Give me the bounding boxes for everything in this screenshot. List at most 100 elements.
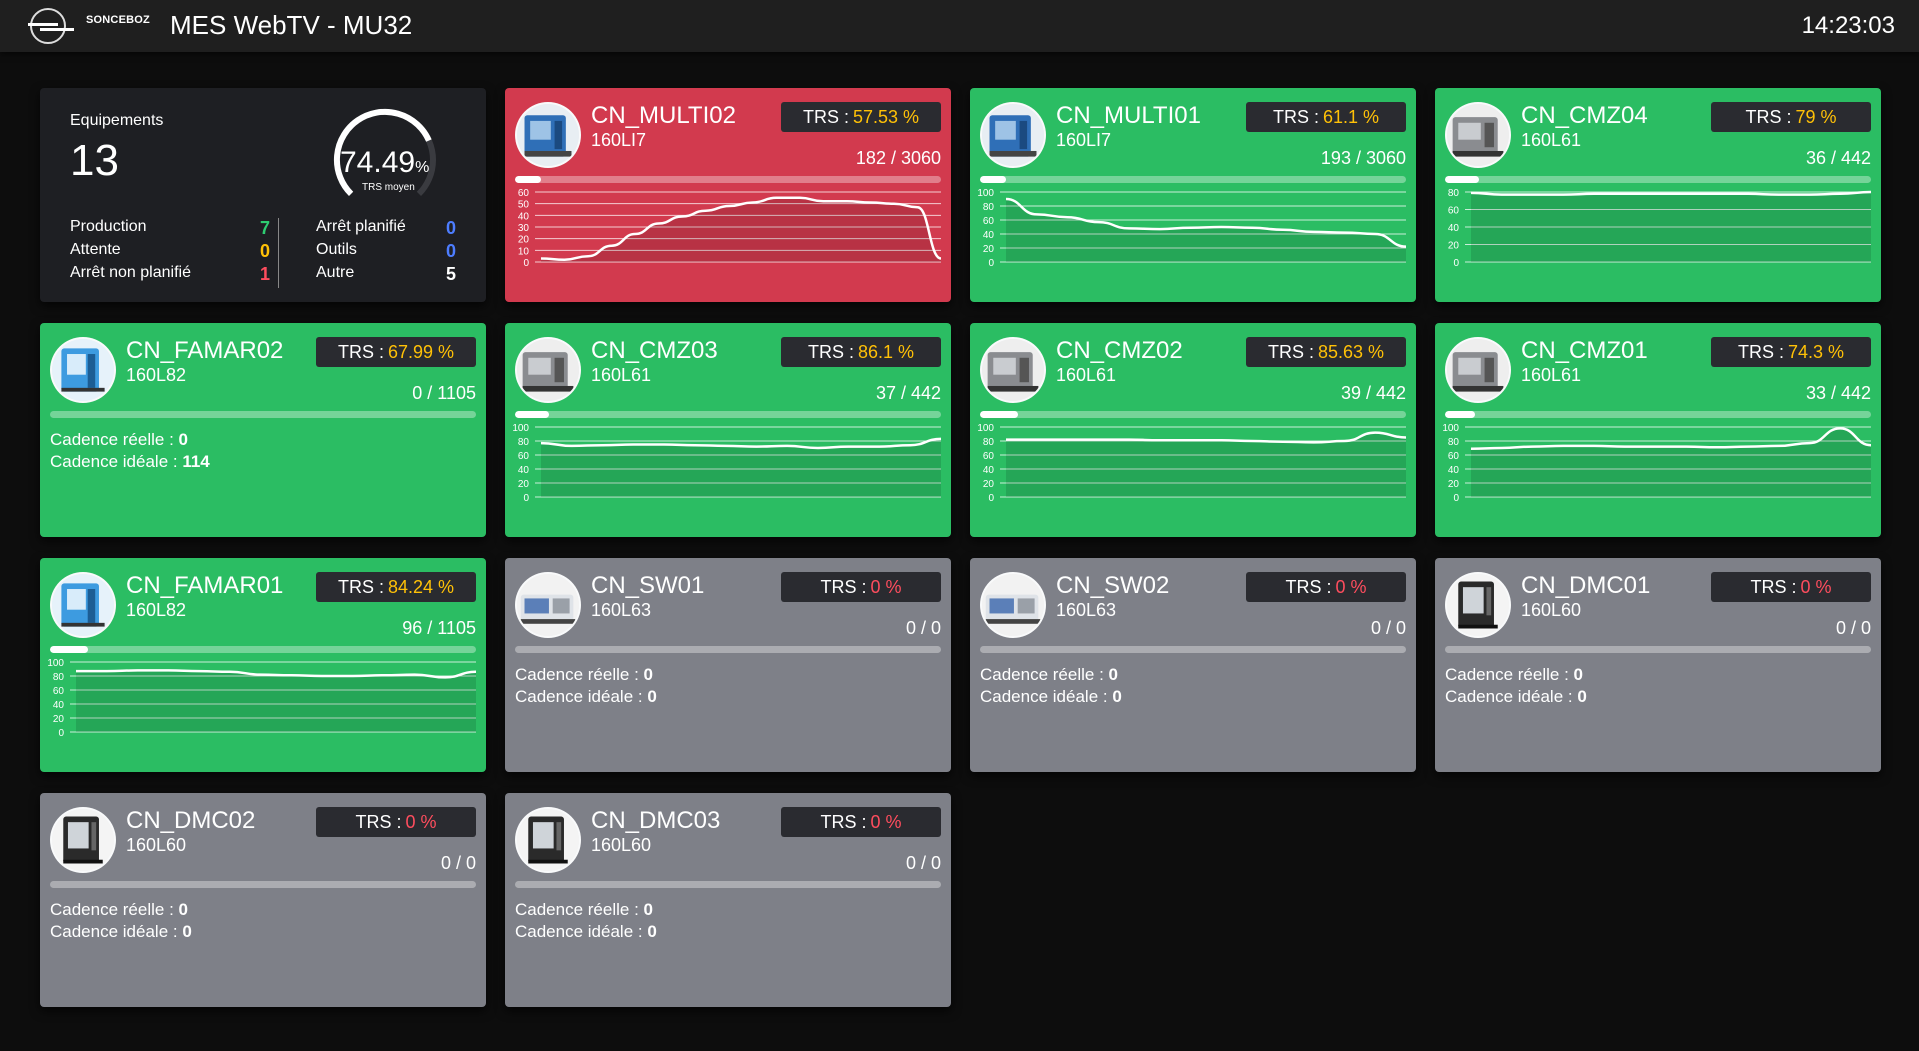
chart-y-tick: 60 (53, 686, 65, 697)
production-progress-bar (980, 646, 1406, 653)
machine-card-cn-cmz02[interactable]: CN_CMZ02 160L61 TRS : 85.63 % 39 / 442 1… (970, 323, 1416, 537)
chart-area (1006, 432, 1406, 497)
machine-card-cn-famar02[interactable]: CN_FAMAR02 160L82 TRS : 67.99 % 0 / 1105… (40, 323, 486, 537)
trs-trend-chart: 100 80 60 40 20 0 (977, 188, 1407, 269)
trs-trend-chart: 100 80 60 40 20 0 (512, 423, 942, 504)
chart-y-tick: 100 (977, 188, 994, 199)
machine-name: CN_CMZ03 (591, 337, 718, 364)
chart-y-tick: 60 (518, 451, 530, 462)
trs-label: TRS : (820, 576, 867, 597)
cadence-real: Cadence réelle : 0 (1445, 664, 1587, 686)
cadence-ideal: Cadence idéale : 0 (515, 921, 657, 943)
chart-y-tick: 40 (983, 230, 995, 241)
trs-badge: TRS : 74.3 % (1711, 337, 1871, 367)
cadence-info: Cadence réelle : 0 Cadence idéale : 114 (50, 429, 210, 473)
machine-card-cn-dmc03[interactable]: CN_DMC03 160L60 TRS : 0 % 0 / 0 Cadence … (505, 793, 951, 1007)
clock: 14:23:03 (1801, 12, 1895, 39)
machine-reference: 160L61 (1521, 365, 1582, 385)
chart-y-tick: 0 (1453, 493, 1459, 504)
stat-arret-planifie-label: Arrêt planifié (316, 218, 406, 235)
production-progress-bar (50, 646, 476, 653)
machine-name: CN_MULTI02 (591, 102, 736, 129)
trs-average-caption: TRS moyen (362, 182, 415, 193)
production-progress-bar (1445, 176, 1871, 183)
cadence-real-value: 0 (1108, 665, 1119, 684)
cadence-real-label: Cadence réelle : (980, 665, 1104, 684)
chart-y-tick: 20 (983, 244, 995, 255)
trs-badge: TRS : 79 % (1711, 102, 1871, 132)
machine-card-cn-multi02[interactable]: CN_MULTI02 160LI7 TRS : 57.53 % 182 / 30… (505, 88, 951, 302)
trs-value: 0 % (1335, 576, 1367, 597)
cadence-ideal-value: 0 (647, 922, 657, 941)
chart-area (1471, 192, 1871, 262)
stat-outils-value: 0 (445, 241, 456, 261)
machine-card-cn-multi01[interactable]: CN_MULTI01 160LI7 TRS : 61.1 % 193 / 306… (970, 88, 1416, 302)
machine-reference: 160L63 (591, 600, 652, 620)
machine-card-cn-dmc02[interactable]: CN_DMC02 160L60 TRS : 0 % 0 / 0 Cadence … (40, 793, 486, 1007)
trs-value: 85.63 % (1317, 341, 1385, 362)
trs-label: TRS : (1737, 341, 1784, 362)
chart-y-tick: 30 (518, 223, 530, 234)
machine-name: CN_DMC02 (126, 807, 256, 834)
chart-y-tick: 40 (53, 700, 65, 711)
trs-value: 57.53 % (852, 106, 920, 127)
chart-y-tick: 60 (1448, 206, 1460, 217)
chart-y-tick: 20 (518, 479, 530, 490)
cadence-ideal-label: Cadence idéale : (515, 922, 643, 941)
lathe-grey-icon (1445, 102, 1511, 168)
machine-card-cn-famar01[interactable]: CN_FAMAR01 160L82 TRS : 84.24 % 96 / 110… (40, 558, 486, 772)
cadence-info: Cadence réelle : 0 Cadence idéale : 0 (50, 899, 192, 943)
stat-autre-value: 5 (445, 264, 456, 284)
cadence-ideal-label: Cadence idéale : (1445, 687, 1573, 706)
machine-card-cn-cmz03[interactable]: CN_CMZ03 160L61 TRS : 86.1 % 37 / 442 10… (505, 323, 951, 537)
chart-y-tick: 20 (1448, 241, 1460, 252)
chart-y-tick: 100 (977, 423, 994, 434)
machine-card-cn-cmz04[interactable]: CN_CMZ04 160L61 TRS : 79 % 36 / 442 80 60… (1435, 88, 1881, 302)
trs-label: TRS : (802, 106, 849, 127)
machine-name: CN_DMC03 (591, 807, 721, 834)
machine-card-cn-dmc01[interactable]: CN_DMC01 160L60 TRS : 0 % 0 / 0 Cadence … (1435, 558, 1881, 772)
trs-trend-chart: 100 80 60 40 20 0 (47, 658, 477, 739)
production-counter: 33 / 442 (1805, 383, 1871, 403)
cadence-info: Cadence réelle : 0 Cadence idéale : 0 (515, 899, 657, 943)
machine-name: CN_MULTI01 (1056, 102, 1201, 129)
chart-y-tick: 80 (1448, 188, 1460, 199)
cadence-real-value: 0 (178, 430, 189, 449)
machine-name: CN_CMZ04 (1521, 102, 1648, 129)
equipment-count: 13 (70, 136, 119, 185)
trs-label: TRS : (1272, 106, 1319, 127)
progress-fill (50, 646, 89, 653)
cadence-ideal-label: Cadence idéale : (515, 687, 643, 706)
trs-average-value: 74.49% (340, 146, 430, 179)
machine-name: CN_DMC01 (1521, 572, 1651, 599)
chart-y-tick: 80 (518, 437, 530, 448)
swiss-lathe-icon (515, 572, 581, 638)
production-progress-bar (50, 881, 476, 888)
machine-reference: 160L60 (126, 835, 187, 855)
production-progress-bar (50, 411, 476, 418)
machine-reference: 160L61 (591, 365, 652, 385)
chart-y-tick: 20 (518, 235, 530, 246)
cadence-real: Cadence réelle : 0 (980, 664, 1122, 686)
machine-reference: 160L61 (1521, 130, 1582, 150)
trs-label: TRS : (1285, 576, 1332, 597)
production-progress-bar (515, 411, 941, 418)
chart-y-tick: 100 (1442, 423, 1459, 434)
trs-badge: TRS : 0 % (316, 807, 476, 837)
machine-card-cn-cmz01[interactable]: CN_CMZ01 160L61 TRS : 74.3 % 33 / 442 10… (1435, 323, 1881, 537)
production-counter: 39 / 442 (1340, 383, 1406, 403)
trs-badge: TRS : 0 % (1711, 572, 1871, 602)
chart-y-tick: 0 (988, 258, 994, 269)
stats-divider (278, 218, 279, 288)
trs-badge: TRS : 67.99 % (316, 337, 476, 367)
trs-value: 0 % (870, 576, 902, 597)
lathe-grey-icon (1445, 337, 1511, 403)
cadence-real-value: 0 (178, 900, 189, 919)
cadence-ideal-value: 0 (1577, 687, 1587, 706)
chart-y-tick: 20 (1448, 479, 1460, 490)
machine-card-cn-sw01[interactable]: CN_SW01 160L63 TRS : 0 % 0 / 0 Cadence r… (505, 558, 951, 772)
machine-card-cn-sw02[interactable]: CN_SW02 160L63 TRS : 0 % 0 / 0 Cadence r… (970, 558, 1416, 772)
cadence-real: Cadence réelle : 0 (515, 664, 657, 686)
chart-y-tick: 60 (1448, 451, 1460, 462)
chart-y-tick: 0 (523, 493, 529, 504)
